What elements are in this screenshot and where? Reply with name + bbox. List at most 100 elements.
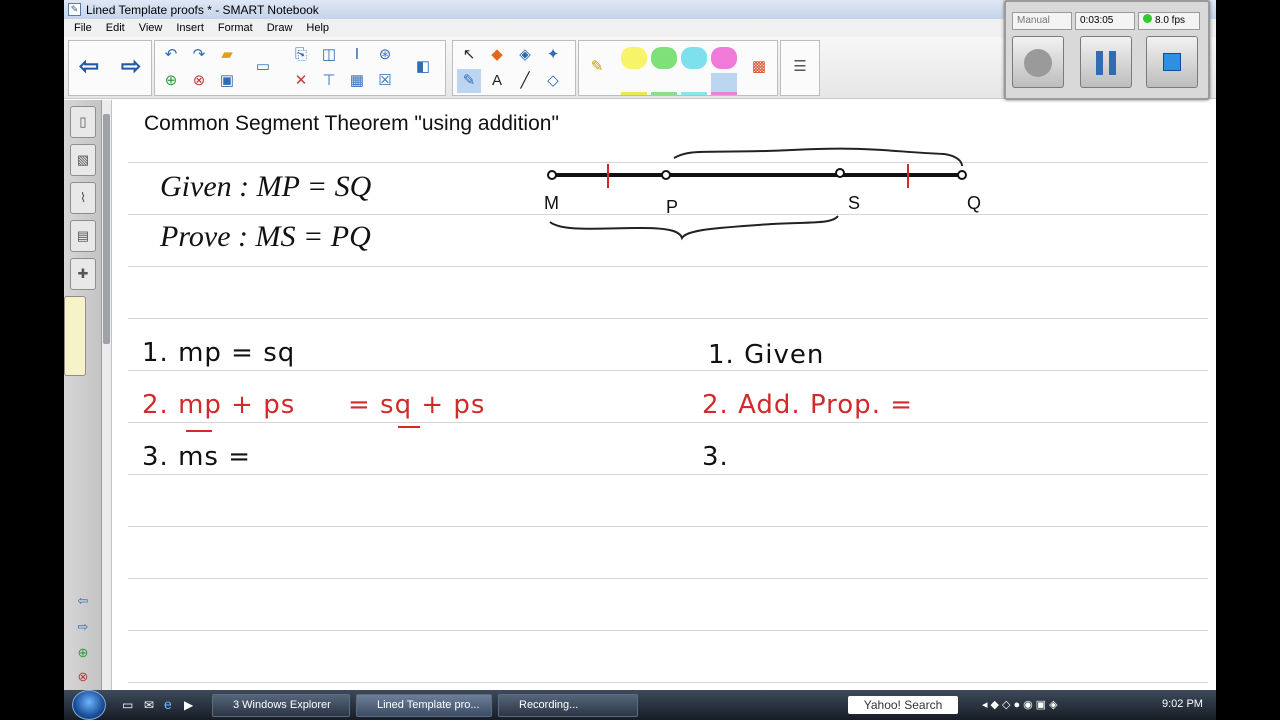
pause-button[interactable] <box>1080 36 1132 88</box>
menu-edit[interactable]: Edit <box>99 22 132 34</box>
display-icon[interactable]: ▭ <box>251 55 275 79</box>
quick-launch-desktop-icon[interactable]: ▭ <box>122 698 133 712</box>
fill-icon[interactable]: ◈ <box>513 43 537 67</box>
open-folder-icon[interactable]: ▰ <box>215 43 239 67</box>
save-icon[interactable]: ▣ <box>215 69 239 93</box>
shapes-icon[interactable]: ◆ <box>485 43 509 67</box>
statement-2-right: = sq + ps <box>348 390 486 420</box>
lower-brace <box>549 215 839 241</box>
file-tools-group: ↶ ↷ ▰ ⊕ ⊗ ▣ ▭ ⎘ ◫ Ⅰ ⊛ ✕ ⊤ ▦ ☒ ◧ <box>154 40 446 96</box>
reason-3: 3. <box>702 442 729 472</box>
screen-shade-icon[interactable]: ⊤ <box>317 69 341 93</box>
pause-icon <box>1096 51 1116 75</box>
ruled-line <box>128 526 1208 527</box>
green-pen-icon[interactable] <box>651 47 677 69</box>
gallery-icon[interactable]: ▧ <box>70 144 96 176</box>
menu-view[interactable]: View <box>132 22 170 34</box>
segment-diagram <box>547 147 967 241</box>
redo-icon[interactable]: ↷ <box>187 43 211 67</box>
label-m: M <box>544 193 559 213</box>
search-box[interactable]: Yahoo! Search <box>848 696 958 714</box>
recorder-fps-value: 8.0 fps <box>1155 15 1186 26</box>
pink-pen-icon[interactable] <box>711 47 737 69</box>
properties-tab-icon[interactable]: ▤ <box>70 220 96 252</box>
window-title: Lined Template proofs * - SMART Notebook <box>86 2 319 17</box>
taskbar-item-notebook[interactable]: Lined Template pro... <box>356 694 492 717</box>
menu-file[interactable]: File <box>67 22 99 34</box>
system-tray-icons[interactable]: ◂◆◇●◉▣◈ <box>982 698 1061 711</box>
forward-arrow-icon[interactable]: ⇨ <box>119 55 143 79</box>
point-p <box>661 170 671 180</box>
magic-pen-icon[interactable]: ✦ <box>541 43 565 67</box>
text-a-icon[interactable]: A <box>485 69 509 93</box>
document-camera-icon[interactable]: ◧ <box>411 55 435 79</box>
cyan-pen-icon[interactable] <box>681 47 707 69</box>
pink-line-icon[interactable] <box>711 73 737 95</box>
status-led-icon <box>1143 14 1152 23</box>
stop-button[interactable] <box>1146 36 1198 88</box>
highlighter-icon[interactable]: ✎ <box>585 55 609 79</box>
yellow-pen-icon[interactable] <box>621 47 647 69</box>
notebook-canvas[interactable]: Common Segment Theorem "using addition" … <box>112 100 1216 690</box>
vertical-scrollbar[interactable] <box>102 100 112 690</box>
close-box-icon[interactable]: ☒ <box>373 69 397 93</box>
nav-group: ⇦ ⇨ <box>68 40 152 96</box>
select-arrow-icon[interactable]: ↖ <box>457 43 481 67</box>
label-p: P <box>666 197 679 217</box>
reason-1: 1. Given <box>708 340 825 370</box>
line-icon[interactable]: ╱ <box>513 69 537 93</box>
start-button[interactable] <box>72 690 106 720</box>
link-icon[interactable]: ⊛ <box>373 43 397 67</box>
color-palette-icon[interactable]: ▩ <box>747 55 771 79</box>
cyan-line-icon[interactable] <box>681 73 707 95</box>
menu-format[interactable]: Format <box>211 22 260 34</box>
ruled-line <box>128 370 1208 371</box>
page-thumbnail[interactable] <box>64 296 86 376</box>
menu-help[interactable]: Help <box>299 22 336 34</box>
eraser-icon[interactable]: ◇ <box>541 69 565 93</box>
statement-2-left: 2. mp + ps <box>142 390 296 420</box>
delete-icon[interactable]: ✕ <box>289 69 313 93</box>
table-icon[interactable]: ▦ <box>345 69 369 93</box>
page-title: Common Segment Theorem "using addition" <box>144 112 559 135</box>
page-sorter-icon[interactable]: ▯ <box>70 106 96 138</box>
ruled-line <box>128 266 1208 267</box>
point-q <box>957 170 967 180</box>
taskbar: ▭ ✉ e ▶ 3 Windows Explorer Lined Templat… <box>64 690 1216 720</box>
underline-sq <box>398 426 420 428</box>
paste-icon[interactable]: ⎘ <box>289 43 313 67</box>
properties-icon[interactable]: ☰ <box>788 55 812 79</box>
green-line-icon[interactable] <box>651 73 677 95</box>
taskbar-item-recording[interactable]: Recording... <box>498 694 638 717</box>
quick-launch-ie-icon[interactable]: e <box>164 696 172 712</box>
add-page-icon[interactable]: ⊕ <box>159 69 183 93</box>
pen-colors-group: ✎ ▩ <box>578 40 778 96</box>
draw-tools-group: ↖ ◆ ◈ ✦ ✎ A ╱ ◇ <box>452 40 576 96</box>
pen-tool-icon[interactable]: ✎ <box>457 69 481 93</box>
yellow-line-icon[interactable] <box>621 73 647 95</box>
upper-brace <box>673 147 963 167</box>
back-arrow-icon[interactable]: ⇦ <box>77 55 101 79</box>
menu-insert[interactable]: Insert <box>169 22 211 34</box>
text-tool-icon[interactable]: Ⅰ <box>345 43 369 67</box>
quick-launch-mail-icon[interactable]: ✉ <box>144 698 154 712</box>
system-clock: 9:02 PM <box>1162 698 1203 710</box>
screen-capture-icon[interactable]: ◫ <box>317 43 341 67</box>
undo-icon[interactable]: ↶ <box>159 43 183 67</box>
recorder-fps: 8.0 fps <box>1138 12 1200 30</box>
recorder-time: 0:03:05 <box>1075 12 1135 30</box>
taskbar-item-explorer[interactable]: 3 Windows Explorer <box>212 694 350 717</box>
attachments-icon[interactable]: ⌇ <box>70 182 96 214</box>
scrollbar-thumb[interactable] <box>103 114 110 344</box>
ruled-line <box>128 318 1208 319</box>
menu-draw[interactable]: Draw <box>260 22 300 34</box>
record-button[interactable] <box>1012 36 1064 88</box>
delete-page-icon[interactable]: ⊗ <box>187 69 211 93</box>
recorder-panel: Manual 0:03:05 8.0 fps <box>1004 0 1210 100</box>
addons-icon[interactable]: ✚ <box>70 258 96 290</box>
recorder-mode-select[interactable]: Manual <box>1012 12 1072 30</box>
stop-icon <box>1163 53 1181 71</box>
statement-3: 3. ms = <box>142 442 251 472</box>
label-q: Q <box>967 193 982 213</box>
quick-launch-media-icon[interactable]: ▶ <box>184 698 193 712</box>
